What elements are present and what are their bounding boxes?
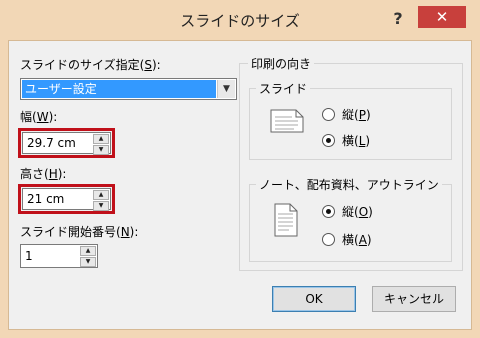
notes-portrait-radio[interactable]: 縦(O)	[322, 203, 373, 220]
width-value[interactable]: 29.7 cm	[27, 133, 76, 153]
notes-group-label: ノート、配布資料、アウトライン	[256, 176, 442, 193]
width-up-icon[interactable]: ▲	[93, 134, 109, 144]
width-label: 幅(W):	[20, 110, 58, 124]
slides-landscape-radio[interactable]: 横(L)	[322, 132, 370, 149]
slides-landscape-label: 横(L)	[342, 134, 371, 148]
slide-size-value: ユーザー設定	[22, 80, 216, 98]
cancel-button[interactable]: キャンセル	[372, 286, 456, 312]
start-number-label: スライド開始番号(N):	[20, 225, 139, 239]
slides-portrait-radio-circle[interactable]	[322, 108, 335, 121]
ok-button[interactable]: OK	[272, 286, 356, 312]
notes-landscape-radio-circle[interactable]	[322, 233, 335, 246]
slides-landscape-radio-circle[interactable]	[322, 134, 335, 147]
slides-portrait-label: 縦(P)	[342, 108, 371, 122]
notes-landscape-radio[interactable]: 横(A)	[322, 231, 372, 248]
start-number-up-icon[interactable]: ▲	[80, 246, 96, 256]
orientation-group: 印刷の向き スライド 縦(P) 横(L) ノート、配布資料、アウトライン 縦(O…	[239, 55, 463, 271]
slides-orientation-group: スライド 縦(P) 横(L)	[249, 80, 452, 160]
notes-landscape-label: 横(A)	[342, 233, 372, 247]
notes-orientation-group: ノート、配布資料、アウトライン 縦(O) 横(A)	[249, 176, 452, 262]
start-number-down-icon[interactable]: ▼	[80, 257, 96, 267]
height-label: 高さ(H):	[20, 167, 67, 181]
close-button[interactable]: ✕	[418, 6, 466, 28]
start-number-spinner[interactable]: 1 ▲ ▼	[20, 244, 98, 268]
slide-size-label: スライドのサイズ指定(S):	[20, 58, 161, 72]
height-down-icon[interactable]: ▼	[93, 201, 109, 211]
portrait-page-icon	[274, 203, 298, 237]
height-up-icon[interactable]: ▲	[93, 190, 109, 200]
slides-portrait-radio[interactable]: 縦(P)	[322, 106, 371, 123]
width-spinner[interactable]: 29.7 cm ▲ ▼	[22, 132, 111, 155]
slide-size-dialog: スライドのサイズ ? ✕ スライドのサイズ指定(S): ユーザー設定 ▼ 幅(W…	[0, 0, 480, 338]
orientation-section-label: 印刷の向き	[248, 55, 315, 72]
height-spinner[interactable]: 21 cm ▲ ▼	[22, 188, 111, 211]
title-bar[interactable]: スライドのサイズ ? ✕	[0, 0, 480, 40]
height-value[interactable]: 21 cm	[27, 189, 64, 209]
slide-size-select[interactable]: ユーザー設定 ▼	[20, 78, 237, 100]
landscape-page-icon	[270, 109, 304, 133]
dialog-body: スライドのサイズ指定(S): ユーザー設定 ▼ 幅(W): 29.7 cm ▲ …	[8, 40, 472, 330]
chevron-down-icon[interactable]: ▼	[217, 80, 235, 98]
help-button[interactable]: ?	[386, 6, 410, 32]
start-number-value[interactable]: 1	[25, 245, 33, 267]
notes-portrait-radio-circle[interactable]	[322, 205, 335, 218]
notes-portrait-label: 縦(O)	[342, 205, 373, 219]
width-down-icon[interactable]: ▼	[93, 145, 109, 155]
slides-group-label: スライド	[256, 80, 311, 97]
